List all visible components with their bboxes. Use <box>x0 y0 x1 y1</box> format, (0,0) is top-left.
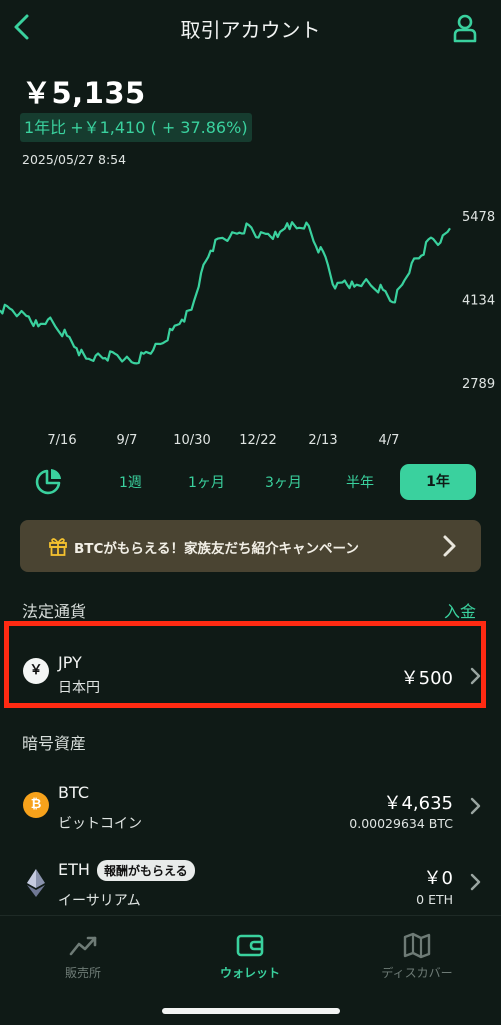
reward-badge: 報酬がもらえる <box>97 860 195 881</box>
home-indicator <box>162 1008 340 1014</box>
nav-item-wallet[interactable]: ウォレット <box>190 928 310 988</box>
total-balance: ￥5,135 <box>22 76 146 110</box>
crypto-amount: ￥0 <box>423 868 453 889</box>
page-title: 取引アカウント <box>180 18 321 42</box>
range-tab-1m[interactable]: 1ヶ月 <box>188 472 225 492</box>
app-header: 取引アカウント <box>0 0 501 60</box>
highlight-box <box>4 621 486 708</box>
map-icon <box>403 932 431 959</box>
wallet-icon <box>236 934 264 957</box>
chevron-right-icon <box>470 797 481 815</box>
y-tick-label: 4134 <box>462 294 495 309</box>
crypto-row-btc[interactable]: ₿ BTC ビットコイン ￥4,635 0.00029634 BTC <box>0 775 501 840</box>
x-tick-label: 4/7 <box>379 433 400 448</box>
fiat-section-title: 法定通貨 <box>22 602 87 621</box>
chevron-right-icon <box>443 535 456 557</box>
nav-label: ディスカバー <box>381 966 453 980</box>
deposit-link[interactable]: 入金 <box>444 598 476 622</box>
range-tab-6m[interactable]: 半年 <box>346 472 374 492</box>
balance-chart[interactable]: 5478 4134 2789 7/16 9/7 10/30 12/22 2/13 4/7 <box>0 200 501 450</box>
range-tab-1y[interactable]: 1年 <box>400 464 476 500</box>
nav-label: ウォレット <box>219 966 280 980</box>
chart-series-line <box>0 221 451 365</box>
x-tick-label: 2/13 <box>308 433 337 448</box>
pie-chart-icon[interactable] <box>34 466 64 496</box>
ethereum-icon <box>27 869 45 897</box>
range-tab-3m[interactable]: 3ヶ月 <box>265 472 302 492</box>
nav-item-discover[interactable]: ディスカバー <box>357 928 477 988</box>
change-period-label: 1年比 <box>24 118 67 137</box>
user-profile-icon[interactable] <box>452 12 478 44</box>
crypto-row-eth[interactable]: ETH 報酬がもらえる イーサリアム ￥0 0 ETH <box>0 852 501 912</box>
campaign-banner[interactable]: BTCがもらえる！家族友だち紹介キャンペーン <box>20 520 481 572</box>
crypto-code: ETH <box>58 860 90 879</box>
x-tick-label: 7/16 <box>47 433 76 448</box>
x-tick-label: 10/30 <box>173 433 210 448</box>
crypto-section-title: 暗号資産 <box>22 734 87 753</box>
change-value: +￥1,410 ( + 37.86%) <box>70 118 248 137</box>
banner-text: BTCがもらえる！家族友だち紹介キャンペーン <box>74 541 359 557</box>
nav-label: 販売所 <box>64 966 101 980</box>
nav-item-exchange[interactable]: 販売所 <box>23 928 143 988</box>
balance-timestamp: 2025/05/27 8:54 <box>22 152 127 167</box>
crypto-name: ビットコイン <box>58 816 142 832</box>
y-tick-label: 5478 <box>462 210 495 225</box>
x-tick-label: 9/7 <box>117 433 138 448</box>
y-tick-label: 2789 <box>462 377 495 392</box>
crypto-name: イーサリアム <box>58 893 141 909</box>
crypto-code: BTC <box>58 783 89 802</box>
year-change-badge: 1年比 +￥1,410 ( + 37.86%) <box>20 113 252 142</box>
crypto-quantity: 0 ETH <box>416 892 453 907</box>
chevron-right-icon <box>470 873 481 891</box>
gift-icon <box>49 538 67 556</box>
crypto-quantity: 0.00029634 BTC <box>349 816 453 831</box>
bitcoin-icon: ₿ <box>23 792 49 818</box>
range-tab-1w[interactable]: 1週 <box>119 472 142 492</box>
chart-trend-icon <box>69 936 97 956</box>
crypto-amount: ￥4,635 <box>383 793 453 814</box>
x-tick-label: 12/22 <box>239 433 276 448</box>
